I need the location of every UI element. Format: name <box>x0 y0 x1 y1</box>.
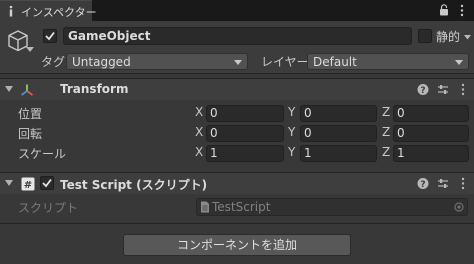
test-script-title: Test Script (スクリプト) <box>60 178 208 192</box>
lock-icon[interactable] <box>439 4 449 16</box>
help-icon[interactable]: ? <box>417 177 429 190</box>
object-picker-icon <box>454 202 464 212</box>
svg-text:#: # <box>24 180 32 191</box>
scale-label: スケール <box>18 147 67 161</box>
preset-icon[interactable] <box>437 177 449 190</box>
csharp-script-icon: # <box>21 177 35 191</box>
add-component-button[interactable]: コンポーネントを追加 <box>123 234 351 256</box>
transform-title: Transform <box>60 82 129 96</box>
test-script-header[interactable]: # Test Script (スクリプト) ? <box>0 172 474 194</box>
inspector-tab[interactable]: インスペクター <box>0 0 97 21</box>
layer-label: レイヤー <box>261 55 309 69</box>
static-label: 静的 <box>436 30 461 44</box>
layer-dropdown[interactable]: Default <box>307 53 469 70</box>
tag-dropdown[interactable]: Untagged <box>66 53 248 70</box>
position-z-field[interactable]: 0 <box>393 105 469 122</box>
kebab-menu-icon[interactable] <box>457 177 469 190</box>
scale-y-field[interactable]: 1 <box>300 145 377 162</box>
static-dropdown-arrow-icon[interactable] <box>464 35 471 40</box>
transform-header[interactable]: Transform ? <box>0 78 474 100</box>
tab-title: インスペクター <box>21 6 97 19</box>
checkmark-icon <box>42 178 52 188</box>
static-checkbox[interactable] <box>418 29 432 43</box>
test-script-enabled-checkbox[interactable] <box>40 176 54 190</box>
scale-x-field[interactable]: 1 <box>206 145 284 162</box>
gameobject-active-checkbox[interactable] <box>43 29 57 43</box>
kebab-menu-icon[interactable] <box>458 4 466 17</box>
gameobject-name-field[interactable]: GameObject <box>63 27 412 45</box>
axis-z-label[interactable]: Z <box>382 125 390 139</box>
svg-text:?: ? <box>420 180 425 190</box>
axis-y-label[interactable]: Y <box>288 105 295 119</box>
position-x-field[interactable]: 0 <box>206 105 284 122</box>
tag-label: タグ <box>41 55 66 69</box>
help-icon[interactable]: ? <box>417 83 429 96</box>
foldout-arrow-icon[interactable] <box>5 180 13 187</box>
rotation-x-field[interactable]: 0 <box>206 125 284 142</box>
rotation-label: 回転 <box>18 127 43 141</box>
axis-x-label[interactable]: X <box>195 105 203 119</box>
axis-x-label[interactable]: X <box>195 145 203 159</box>
inspector-tab-bar: インスペクター <box>0 0 474 21</box>
transform-icon <box>20 84 34 96</box>
axis-z-label[interactable]: Z <box>382 145 390 159</box>
rotation-z-field[interactable]: 0 <box>393 125 469 142</box>
scale-z-field[interactable]: 1 <box>393 145 469 162</box>
layer-value: Default <box>313 55 357 69</box>
chevron-down-icon <box>234 60 242 65</box>
svg-text:?: ? <box>420 86 425 96</box>
checkmark-icon <box>45 31 55 41</box>
axis-x-label[interactable]: X <box>195 125 203 139</box>
tag-value: Untagged <box>72 55 131 69</box>
preset-icon[interactable] <box>437 83 449 96</box>
script-file-icon <box>201 201 209 213</box>
position-label: 位置 <box>18 107 43 121</box>
foldout-arrow-icon[interactable] <box>5 86 13 93</box>
script-object-field: TestScript <box>196 198 468 216</box>
kebab-menu-icon[interactable] <box>457 83 469 96</box>
axis-z-label[interactable]: Z <box>382 105 390 119</box>
axis-y-label[interactable]: Y <box>288 125 295 139</box>
script-label: スクリプト <box>18 201 79 215</box>
position-y-field[interactable]: 0 <box>300 105 377 122</box>
chevron-down-icon[interactable] <box>26 47 34 53</box>
section-divider <box>0 223 474 224</box>
axis-y-label[interactable]: Y <box>288 145 295 159</box>
gameobject-header: GameObject 静的 タグ Untagged レイヤー Default <box>0 21 474 74</box>
chevron-down-icon <box>455 60 463 65</box>
rotation-y-field[interactable]: 0 <box>300 125 377 142</box>
info-icon <box>9 5 13 17</box>
script-value: TestScript <box>212 200 271 214</box>
